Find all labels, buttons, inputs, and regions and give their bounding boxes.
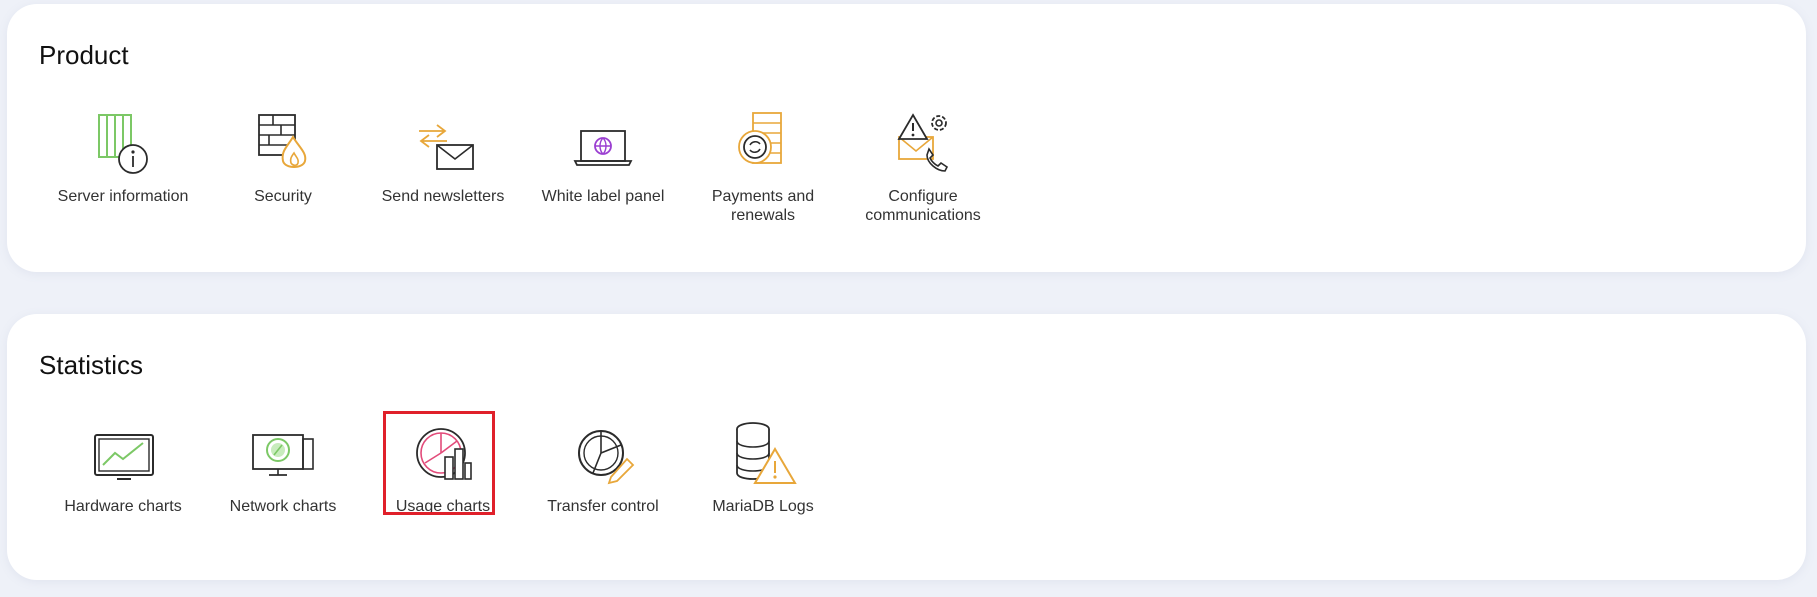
tile-transfer-control[interactable]: Transfer control [523, 419, 683, 516]
tile-send-newsletters[interactable]: Send newsletters [363, 109, 523, 225]
tile-usage-charts[interactable]: Usage charts [363, 411, 523, 516]
section-title-statistics: Statistics [39, 350, 144, 380]
transfer-control-icon [567, 419, 639, 487]
tile-label: Hardware charts [64, 498, 182, 515]
tile-label: Security [254, 188, 312, 205]
product-tiles: Server information Security Send newslet… [43, 109, 1003, 225]
database-warning-icon [727, 419, 799, 487]
newsletter-icon [407, 109, 479, 177]
tile-label: Usage charts [395, 498, 491, 515]
usage-chart-icon [407, 419, 479, 487]
tile-configure-communications[interactable]: Configure communications [843, 109, 1003, 225]
tile-server-information[interactable]: Server information [43, 109, 203, 225]
product-card: Product Server information Security Send… [7, 4, 1806, 272]
tile-label: Server information [57, 188, 189, 205]
tile-hardware-charts[interactable]: Hardware charts [43, 419, 203, 516]
firewall-icon [247, 109, 319, 177]
payments-icon [727, 109, 799, 177]
tile-label: Payments and renewals [711, 188, 815, 224]
communications-icon [887, 109, 959, 177]
tile-payments-and-renewals[interactable]: Payments and renewals [683, 109, 843, 225]
tile-mariadb-logs[interactable]: MariaDB Logs [683, 419, 843, 516]
hardware-chart-icon [87, 419, 159, 487]
statistics-tiles: Hardware charts Network charts Usage cha… [43, 411, 843, 516]
tile-label: White label panel [541, 188, 665, 205]
network-chart-icon [247, 419, 319, 487]
tile-label: Send newsletters [381, 188, 505, 205]
tile-label: MariaDB Logs [712, 498, 814, 515]
tile-label: Configure communications [865, 188, 981, 224]
tile-label: Transfer control [547, 498, 659, 515]
tile-white-label-panel[interactable]: White label panel [523, 109, 683, 225]
section-title-product: Product [39, 40, 129, 70]
server-info-icon [87, 109, 159, 177]
laptop-icon [567, 109, 639, 177]
tile-label: Network charts [229, 498, 337, 515]
tile-security[interactable]: Security [203, 109, 363, 225]
tile-network-charts[interactable]: Network charts [203, 419, 363, 516]
statistics-card: Statistics Hardware charts Network chart… [7, 314, 1806, 580]
